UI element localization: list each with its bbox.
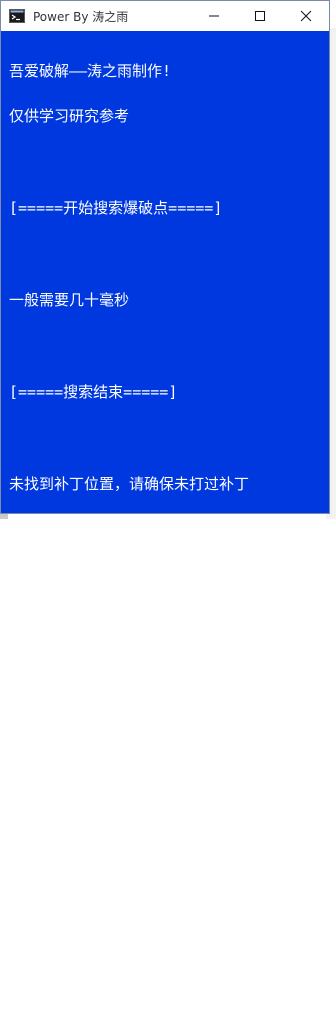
console-line: [=====开始搜索爆破点=====] [9, 199, 223, 217]
console-line: 或是补丁位置已失效 [9, 520, 145, 538]
console-line: 如果使用中出现任何异常, [9, 704, 184, 722]
console-line: 请自行恢复备份并反馈 [9, 749, 160, 767]
console-line: 仅供学习研究参考 [9, 886, 130, 904]
console-line: 未找到补丁位置，请确保未打过补丁 [9, 475, 250, 493]
console-output[interactable]: 吾爱破解——涛之雨制作! 仅供学习研究参考 [=====开始搜索爆破点=====… [1, 31, 329, 995]
title-bar[interactable]: Power By 涛之雨 [1, 1, 329, 32]
console-app-icon [9, 8, 25, 24]
console-line: 仅供学习研究参考 [9, 107, 130, 125]
console-window: Power By 涛之雨 吾爱破解——涛之雨制作! 仅供学习研究参考 [====… [0, 0, 330, 995]
console-line: 吾爱破解——涛之雨制作! [9, 62, 172, 80]
maximize-button[interactable] [237, 1, 283, 31]
minimize-button[interactable] [191, 1, 237, 31]
console-line: 原文件重命名为IM.dll.bak [9, 612, 205, 630]
window-title: Power By 涛之雨 [33, 9, 129, 24]
console-line: [=====搜索结束=====] [9, 383, 178, 401]
console-line: 任意键关闭 [9, 978, 85, 996]
console-line: 吾爱破解——涛之雨制作! [9, 841, 172, 859]
console-line: 一般需要几十毫秒 [9, 291, 130, 309]
close-button[interactable] [283, 1, 329, 31]
